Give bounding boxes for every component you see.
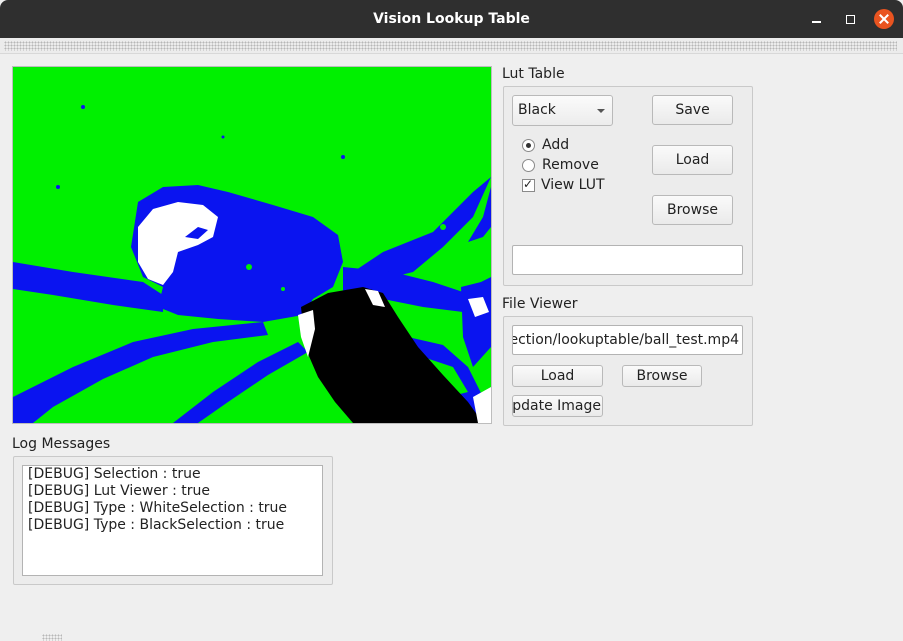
maximize-icon[interactable] [840,9,860,29]
close-icon[interactable] [874,9,894,29]
save-button[interactable]: Save [652,95,733,125]
log-line: [DEBUG] Type : WhiteSelection : true [28,500,288,516]
remove-radio[interactable]: Remove [522,157,599,173]
segmentation-image [13,67,491,423]
log-line: [DEBUG] Type : BlackSelection : true [28,517,285,533]
view-lut-checkbox[interactable]: View LUT [522,177,605,193]
add-radio-label: Add [542,137,570,153]
title-bar: Vision Lookup Table [0,0,903,38]
log-messages-title: Log Messages [12,436,111,452]
log-line: [DEBUG] Lut Viewer : true [28,483,211,499]
view-lut-check-indicator[interactable] [522,177,535,192]
remove-radio-label: Remove [542,157,599,173]
lut-table-title: Lut Table [502,66,565,82]
file-path-input[interactable]: ection/lookuptable/ball_test.mp4 [512,325,743,355]
image-viewer[interactable] [12,66,492,424]
file-browse-button[interactable]: Browse [622,365,702,387]
file-viewer-title: File Viewer [502,296,578,312]
minimize-icon[interactable] [807,9,827,29]
lut-path-input[interactable] [512,245,743,275]
file-load-button[interactable]: Load [512,365,603,387]
add-radio[interactable]: Add [522,137,569,153]
toolbar-area [0,38,903,54]
toolbar-grip[interactable] [4,41,897,51]
window-title: Vision Lookup Table [373,11,530,27]
color-class-value: Black [518,102,556,118]
lut-browse-button[interactable]: Browse [652,195,733,225]
view-lut-label: View LUT [541,177,605,193]
chevron-down-icon [597,109,605,113]
status-grip [42,634,62,641]
log-messages-list[interactable]: [DEBUG] Selection : true [DEBUG] Lut Vie… [22,465,323,576]
color-class-select[interactable]: Black [512,95,613,126]
update-image-button[interactable]: Update Image [512,395,603,417]
add-radio-indicator[interactable] [522,138,535,152]
log-line: [DEBUG] Selection : true [28,466,201,482]
file-path-value: ection/lookuptable/ball_test.mp4 [512,332,739,348]
remove-radio-indicator[interactable] [522,158,535,172]
lut-load-button[interactable]: Load [652,145,733,175]
